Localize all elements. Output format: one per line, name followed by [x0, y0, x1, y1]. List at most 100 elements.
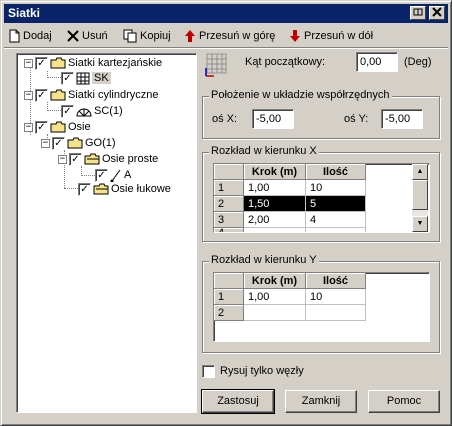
collapse-toggle[interactable]: −	[24, 58, 33, 68]
start-angle-label: Kąt początkowy:	[245, 56, 326, 68]
cylindrical-grid-icon	[76, 108, 92, 117]
collapse-toggle[interactable]: −	[24, 122, 33, 132]
close-window-button[interactable]	[429, 6, 445, 20]
table-cell[interactable]: 10	[306, 180, 366, 196]
help-button[interactable]: Pomoc	[368, 390, 440, 413]
delete-x-icon	[67, 30, 79, 42]
x-axis-input[interactable]: -5,00	[252, 109, 294, 129]
row-header[interactable]: 3	[214, 212, 244, 228]
scroll-up-button[interactable]: ▲	[412, 164, 428, 180]
tree-item-sk[interactable]: ✓ SK	[61, 70, 111, 86]
tree-line	[64, 188, 78, 189]
vertical-scrollbar[interactable]: ▲ ▼	[412, 164, 428, 232]
table-cell[interactable]	[244, 228, 306, 232]
folder-icon	[67, 137, 83, 149]
apply-button[interactable]: Zastosuj	[201, 389, 275, 414]
row-header[interactable]: 4	[214, 228, 244, 232]
collapse-toggle[interactable]: −	[24, 90, 33, 100]
y-axis-label: oś Y:	[344, 113, 369, 125]
move-down-button[interactable]: Przesuń w dół	[289, 27, 373, 45]
collapse-toggle[interactable]: −	[41, 138, 50, 148]
tree-item-cartesian[interactable]: − ✓ Siatki kartezjańskie	[24, 55, 162, 71]
help-label: Pomoc	[386, 395, 422, 407]
tree-item-sc1[interactable]: ✓ SC(1)	[61, 103, 123, 119]
close-icon	[432, 7, 442, 17]
tree-item-arc-axes[interactable]: ✓ Osie łukowe	[78, 181, 171, 197]
distribution-y-table[interactable]: Krok (m) Ilość 1 1,00 10 2	[213, 272, 430, 342]
row-header[interactable]: 2	[214, 305, 244, 321]
tree-item-axes[interactable]: − ✓ Osie	[24, 119, 91, 135]
tree-line	[81, 175, 95, 176]
move-up-button[interactable]: Przesuń w górę	[184, 27, 275, 45]
x-axis-label: oś X:	[212, 113, 238, 125]
new-document-icon	[9, 29, 20, 43]
grid-tree[interactable]: − ✓ Siatki kartezjańskie ✓ SK − ✓ Siatki…	[16, 53, 197, 413]
nodes-only-label: Rysuj tylko węzły	[220, 365, 304, 377]
table-cell-selected[interactable]: 1,50	[244, 196, 306, 212]
corner-cell	[214, 273, 244, 289]
dialog-window: Siatki Dodaj Usuń Kopiuj Przesuń w górę …	[0, 0, 452, 426]
tree-item-label: SC(1)	[94, 105, 123, 117]
row-header[interactable]: 1	[214, 289, 244, 305]
tree-item-label-selected: SK	[92, 72, 111, 84]
table-cell-selected[interactable]: 5	[306, 196, 366, 212]
start-angle-input[interactable]: 0,00	[356, 52, 398, 72]
folder-icon	[50, 121, 66, 133]
scroll-thumb[interactable]	[412, 180, 428, 210]
pin-button[interactable]	[410, 6, 426, 20]
column-header[interactable]: Ilość	[306, 273, 366, 289]
toolbar-separator	[4, 47, 448, 49]
tree-item-straight-axes[interactable]: − ✓ Osie proste	[58, 151, 158, 167]
column-header[interactable]: Krok (m)	[244, 164, 306, 180]
checkbox-checked[interactable]: ✓	[35, 88, 48, 102]
toolbar: Dodaj Usuń Kopiuj Przesuń w górę Przesuń…	[4, 25, 448, 45]
move-down-label: Przesuń w dół	[304, 30, 374, 42]
checkbox-checked[interactable]: ✓	[69, 152, 82, 166]
checkbox-checked[interactable]: ✓	[35, 120, 48, 134]
checkbox-checked[interactable]: ✓	[78, 182, 91, 196]
title-bar[interactable]: Siatki	[4, 4, 448, 23]
checkbox-checked[interactable]: ✓	[95, 168, 108, 182]
column-header[interactable]: Ilość	[306, 164, 366, 180]
checkbox-checked[interactable]: ✓	[61, 104, 74, 118]
table-cell[interactable]	[306, 228, 366, 232]
pin-icon	[413, 8, 423, 16]
add-button[interactable]: Dodaj	[9, 27, 52, 45]
y-axis-input[interactable]: -5,00	[381, 109, 423, 129]
column-header[interactable]: Krok (m)	[244, 273, 306, 289]
tree-item-label: Osie proste	[102, 153, 159, 165]
checkbox-checked[interactable]: ✓	[52, 136, 65, 150]
close-button[interactable]: Zamknij	[285, 390, 357, 413]
scroll-down-button[interactable]: ▼	[412, 216, 428, 232]
table-cell[interactable]: 10	[306, 289, 366, 305]
table-cell[interactable]: 1,00	[244, 289, 306, 305]
checkbox-checked[interactable]: ✓	[61, 71, 74, 85]
table-cell[interactable]: 1,00	[244, 180, 306, 196]
checkbox-checked[interactable]: ✓	[35, 56, 48, 70]
straight-axis-icon	[110, 169, 121, 182]
row-header[interactable]: 1	[214, 180, 244, 196]
distribution-x-table[interactable]: Krok (m) Ilość 1 1,00 10 2 1,50 5 3 2,00…	[213, 163, 430, 233]
remove-button[interactable]: Usuń	[67, 27, 108, 45]
tree-item-cylindrical[interactable]: − ✓ Siatki cylindryczne	[24, 87, 158, 103]
copy-button[interactable]: Kopiuj	[123, 27, 171, 45]
arrow-down-icon	[290, 30, 300, 42]
nodes-only-option[interactable]: Rysuj tylko węzły	[202, 363, 304, 379]
start-angle-unit: (Deg)	[404, 56, 432, 68]
collapse-toggle[interactable]: −	[58, 154, 67, 164]
tree-item-go1[interactable]: − ✓ GO(1)	[41, 135, 116, 151]
cartesian-grid-icon	[76, 72, 90, 84]
grid-origin-icon	[205, 53, 227, 77]
table-cell[interactable]: 4	[306, 212, 366, 228]
folder-icon	[50, 89, 66, 101]
close-label: Zamknij	[301, 395, 341, 407]
tree-line	[47, 77, 61, 78]
add-label: Dodaj	[23, 30, 52, 42]
corner-cell	[214, 164, 244, 180]
nodes-only-checkbox[interactable]	[202, 364, 215, 378]
table-cell[interactable]	[244, 305, 306, 321]
table-cell[interactable]: 2,00	[244, 212, 306, 228]
table-cell[interactable]	[306, 305, 366, 321]
tree-item-label: GO(1)	[85, 137, 116, 149]
row-header[interactable]: 2	[214, 196, 244, 212]
